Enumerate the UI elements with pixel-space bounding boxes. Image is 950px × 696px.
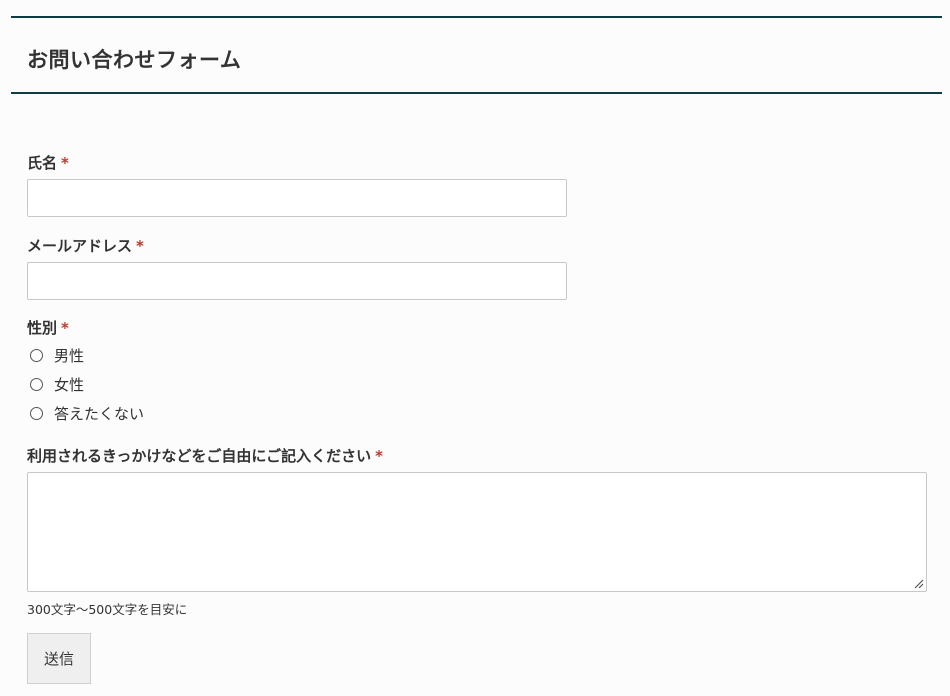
radio-option-no-answer[interactable]: 答えたくない <box>27 399 144 428</box>
name-label-text: 氏名 <box>27 154 58 172</box>
gender-label-text: 性別 <box>27 319 58 337</box>
gender-field-group: 性別 * 男性 女性 答えたくない <box>27 317 144 428</box>
gender-label: 性別 * <box>27 317 144 338</box>
radio-label: 男性 <box>54 347 85 365</box>
required-mark: * <box>61 319 69 337</box>
radio-button[interactable] <box>30 378 43 391</box>
gender-options: 男性 女性 答えたくない <box>27 341 144 428</box>
email-label-text: メールアドレス <box>27 237 133 255</box>
reason-field-group: 利用されるきっかけなどをご自由にご記入ください * 300文字〜500文字を目安に <box>27 445 927 618</box>
submit-button[interactable]: 送信 <box>27 633 91 684</box>
reason-label: 利用されるきっかけなどをご自由にご記入ください * <box>27 445 927 466</box>
form-header: お問い合わせフォーム <box>11 16 942 94</box>
contact-form-page: お問い合わせフォーム 氏名 * メールアドレス * 性別 * 男性 女性 答えた… <box>0 0 950 696</box>
required-mark: * <box>136 237 144 255</box>
reason-label-text: 利用されるきっかけなどをご自由にご記入ください <box>27 447 372 465</box>
email-input[interactable] <box>27 262 567 300</box>
required-mark: * <box>61 154 69 172</box>
resize-handle-icon[interactable] <box>914 579 924 589</box>
radio-button[interactable] <box>30 349 43 362</box>
reason-textarea[interactable] <box>27 472 927 592</box>
radio-button[interactable] <box>30 407 43 420</box>
radio-option-female[interactable]: 女性 <box>27 370 144 399</box>
page-title: お問い合わせフォーム <box>27 48 242 72</box>
radio-label: 答えたくない <box>54 405 145 423</box>
email-label: メールアドレス * <box>27 235 567 256</box>
radio-option-male[interactable]: 男性 <box>27 341 144 370</box>
required-mark: * <box>375 447 383 465</box>
reason-hint: 300文字〜500文字を目安に <box>27 602 188 617</box>
name-input[interactable] <box>27 179 567 217</box>
name-label: 氏名 * <box>27 152 567 173</box>
name-field-group: 氏名 * <box>27 152 567 217</box>
radio-label: 女性 <box>54 376 85 394</box>
email-field-group: メールアドレス * <box>27 235 567 300</box>
